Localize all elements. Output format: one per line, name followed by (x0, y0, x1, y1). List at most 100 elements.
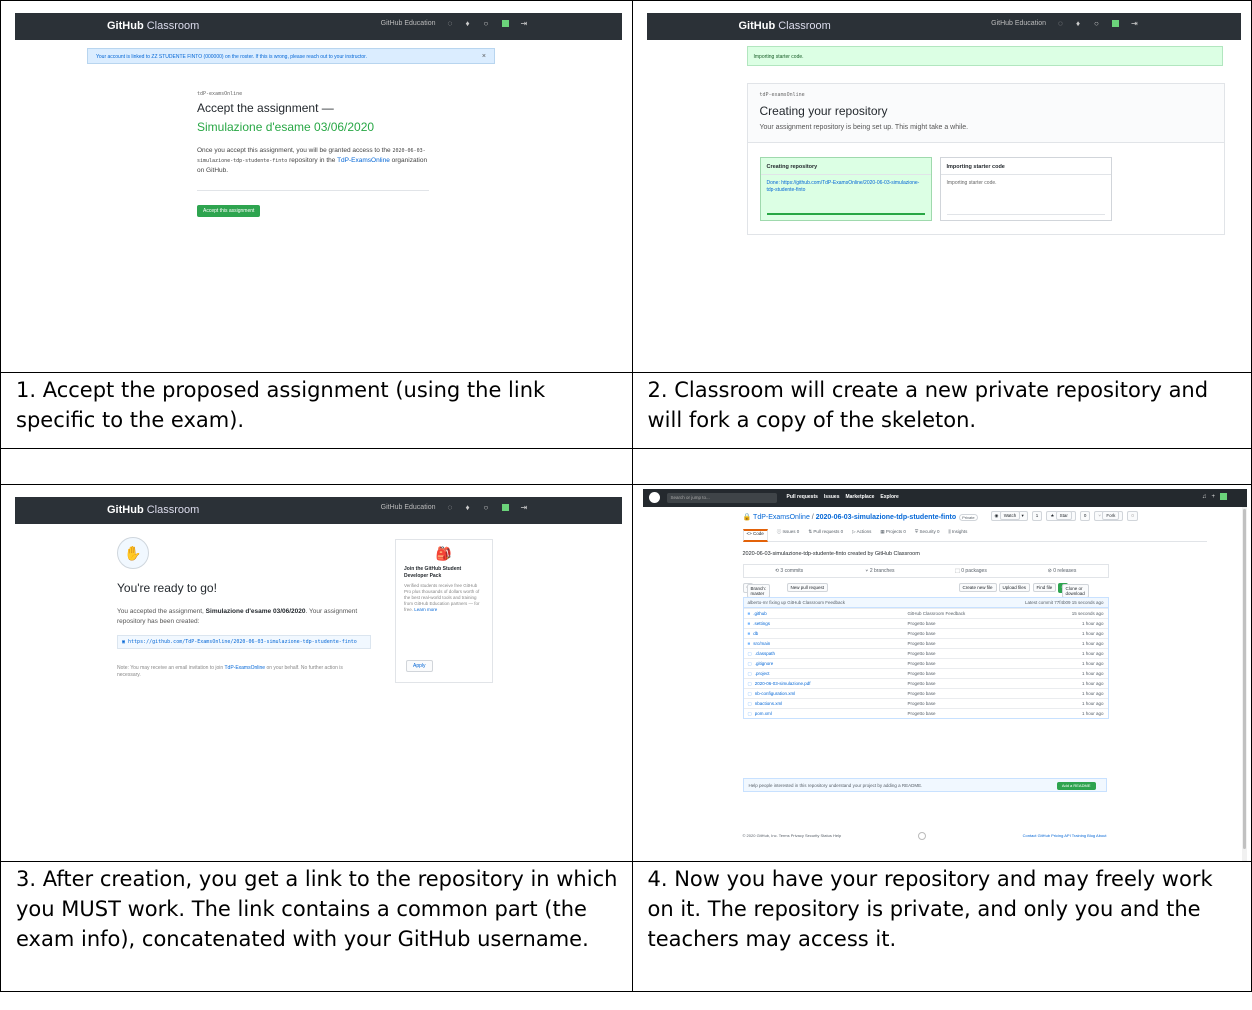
commit-message[interactable]: Progetto base (908, 659, 936, 668)
create-file-button[interactable]: Create new file (958, 583, 997, 592)
close-icon[interactable]: × (482, 49, 486, 65)
tab-code[interactable]: <> Code (742, 529, 768, 542)
add-readme-button[interactable]: Add a README (1056, 782, 1096, 790)
file-name-link[interactable]: ▢ .gitignore (748, 659, 774, 668)
file-row[interactable]: ▢ .project Progetto base 1 hour ago (743, 668, 1108, 678)
file-row[interactable]: ▢ nbactions.xml Progetto base 1 hour ago (743, 698, 1108, 708)
github-logo-icon[interactable] (917, 832, 926, 840)
chat-icon[interactable]: ◌ (1058, 19, 1064, 27)
learn-more-link[interactable]: Learn more (414, 607, 437, 612)
commit-time: 1 hour ago (1081, 691, 1104, 696)
signout-icon[interactable]: ⇥ (521, 503, 528, 511)
watch-count[interactable]: 1 (1031, 511, 1043, 521)
chat-icon[interactable]: ◌ (448, 503, 454, 511)
file-name-link[interactable]: ▢ nb-configuration.xml (748, 689, 796, 698)
github-octocat-icon[interactable] (648, 492, 660, 503)
commit-message[interactable]: Progetto base (908, 669, 936, 678)
plus-icon[interactable]: + (1211, 494, 1215, 500)
search-input[interactable]: Search or jump to... (666, 493, 777, 503)
file-row[interactable]: ■ db Progetto base 1 hour ago (743, 628, 1108, 638)
commit-message[interactable]: Progetto base (908, 619, 936, 628)
repo-url-link[interactable]: ▣ https://github.com/TdP-ExamsOnline/202… (117, 635, 371, 649)
file-row[interactable]: ■ .settings Progetto base 1 hour ago (743, 618, 1108, 628)
bulb-icon[interactable]: ♦ (1076, 19, 1082, 27)
bulb-icon[interactable]: ♦ (466, 19, 472, 27)
commit-message[interactable]: GitHub Classroom Feedback (908, 609, 966, 618)
help-icon[interactable]: ○ (484, 503, 490, 511)
scrollbar[interactable] (1242, 507, 1247, 861)
owner-link[interactable]: TdP-ExamsOnline (753, 514, 810, 521)
clone-button[interactable]: Clone or download ▾ (1057, 583, 1089, 598)
tab-actions[interactable]: ▷ Actions (852, 529, 871, 541)
file-row[interactable]: ▢ .classpath Progetto base 1 hour ago (743, 648, 1108, 658)
file-row[interactable]: ▢ .gitignore Progetto base 1 hour ago (743, 658, 1108, 668)
fork-button[interactable]: ⑂ Fork (1094, 511, 1124, 521)
file-name-link[interactable]: ▢ nbactions.xml (748, 699, 783, 708)
branch-select[interactable]: Branch: master ▾ (742, 583, 771, 598)
classroom-logo[interactable]: GitHub Classroom (739, 20, 831, 32)
nav-issues[interactable]: Issues (824, 494, 840, 500)
file-name-link[interactable]: ▢ .classpath (748, 649, 776, 658)
file-name-link[interactable]: ■ db (748, 629, 759, 638)
avatar[interactable] (1220, 493, 1227, 500)
find-file-button[interactable]: Find file (1032, 583, 1057, 592)
avatar[interactable] (501, 20, 509, 27)
file-row[interactable]: ▢ 2020-06-03-simulazione.pdf Progetto base… (743, 678, 1108, 688)
file-name-link[interactable]: ■ .github (748, 609, 767, 618)
new-pr-button[interactable]: New pull request (786, 583, 829, 592)
tab-security[interactable]: ⛨ Security 0 (915, 529, 940, 541)
commits-link[interactable]: ⟲ 3 commits (744, 565, 835, 577)
chat-icon[interactable]: ◌ (448, 19, 454, 27)
tab-insights[interactable]: ⫼ Insights (949, 529, 968, 541)
org-link[interactable]: TdP-ExamsOnline (224, 665, 265, 671)
upload-files-button[interactable]: Upload files (998, 583, 1031, 592)
classroom-logo[interactable]: GitHub Classroom (107, 504, 199, 516)
star-button[interactable]: ★ Star (1046, 511, 1076, 521)
repo-done-link[interactable]: Done: https://github.com/TdP-ExamsOnline… (761, 175, 931, 199)
avatar[interactable] (1112, 20, 1119, 27)
watch-button[interactable]: ◉ Watch ▾ (990, 511, 1028, 521)
commit-message[interactable]: Progetto base (908, 679, 936, 688)
signout-icon[interactable]: ⇥ (1131, 19, 1138, 27)
accept-assignment-button[interactable]: Accept this assignment (197, 205, 261, 217)
help-icon[interactable]: ○ (484, 19, 490, 27)
packages-link[interactable]: ⬚ 0 packages (926, 565, 1017, 577)
releases-link[interactable]: ⊘ 0 releases (1017, 565, 1108, 577)
tab-projects[interactable]: ▦ Projects 0 (880, 529, 906, 541)
file-row[interactable]: ■ src/main Progetto base 1 hour ago (743, 638, 1108, 648)
fork-count[interactable]: 0 (1127, 511, 1138, 521)
file-row[interactable]: ■ .github GitHub Classroom Feedback 15 seco… (743, 608, 1108, 618)
file-name-link[interactable]: ▢ .project (748, 669, 770, 678)
file-row[interactable]: ▢ nb-configuration.xml Progetto base 1 hour… (743, 688, 1108, 698)
nav-marketplace[interactable]: Marketplace (845, 494, 874, 500)
help-icon[interactable]: ○ (1094, 19, 1100, 27)
file-row[interactable]: ▢ pom.xml Progetto base 1 hour ago (743, 708, 1108, 718)
avatar[interactable] (501, 504, 509, 511)
education-link[interactable]: GitHub Education (991, 20, 1046, 27)
bulb-icon[interactable]: ♦ (466, 503, 472, 511)
classroom-logo[interactable]: GitHub Classroom (107, 20, 199, 32)
nav-explore[interactable]: Explore (880, 494, 898, 500)
star-count[interactable]: 0 (1079, 511, 1091, 521)
file-name-link[interactable]: ■ src/main (748, 639, 771, 648)
apply-button[interactable]: Apply (406, 660, 433, 672)
signout-icon[interactable]: ⇥ (521, 19, 528, 27)
file-name-link[interactable]: ■ .settings (748, 619, 770, 628)
bell-icon[interactable]: ♫ (1202, 494, 1207, 500)
tab-issues[interactable]: ⓘ Issues 0 (777, 529, 800, 541)
branches-link[interactable]: ⑂ 2 branches (835, 565, 926, 577)
commit-message[interactable]: Progetto base (908, 649, 936, 658)
nav-pull-requests[interactable]: Pull requests (787, 494, 818, 500)
commit-message[interactable]: Progetto base (908, 639, 936, 648)
commit-message[interactable]: Progetto base (908, 629, 936, 638)
file-name-link[interactable]: ▢ pom.xml (748, 709, 772, 718)
org-link[interactable]: TdP-ExamsOnline (337, 157, 390, 164)
commit-message[interactable]: Progetto base (908, 709, 936, 718)
tab-pull-requests[interactable]: ⇅ Pull requests 0 (808, 529, 843, 541)
education-link[interactable]: GitHub Education (381, 504, 436, 511)
file-name-link[interactable]: ▢ 2020-06-03-simulazione.pdf (748, 679, 811, 688)
repo-link[interactable]: 2020-06-03-simulazione-tdp-studente-fint… (816, 514, 956, 521)
commit-message[interactable]: Progetto base (908, 689, 936, 698)
education-link[interactable]: GitHub Education (381, 20, 436, 27)
commit-message[interactable]: Progetto base (908, 699, 936, 708)
